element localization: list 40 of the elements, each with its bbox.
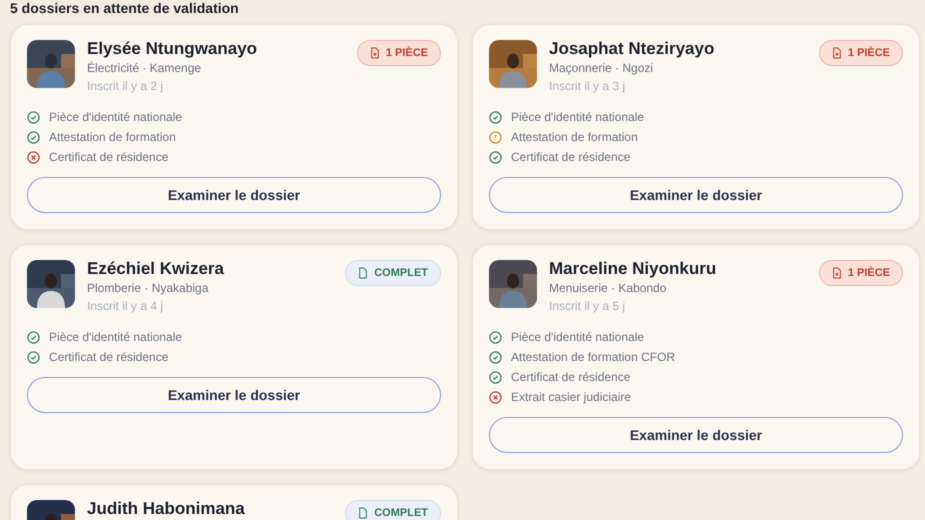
registration-date: Inscrit il y a 3 j [549,78,626,95]
file-icon [358,267,368,279]
file-x-icon [370,47,380,59]
document-label: Attestation de formation CFOR [511,349,676,366]
document-label: Certificat de résidence [49,149,168,166]
document-label: Certificat de résidence [511,369,630,386]
applicant-name: Judith Habonimana [87,499,246,519]
registration-date: Inscrit il y a 2 j [87,78,164,95]
document-label: Certificat de résidence [49,349,168,366]
registration-date: Inscrit il y a 5 j [549,298,626,315]
file-icon [358,507,368,519]
applicant-name: Josaphat Nteziryayo [549,39,716,59]
status-badge: COMPLET [345,260,441,286]
status-badge: 1 PIÈCE [818,260,903,286]
review-button[interactable]: Examiner le dossier [27,177,441,213]
document-label: Pièce d'identité nationale [49,329,182,346]
status-badge: COMPLET [345,500,441,520]
applicant-name: Elysée Ntungwanayo [87,39,258,59]
document-label: Attestation de formation [511,129,638,146]
trade-location: Maçonnerie · Ngozi [549,60,654,77]
document-label: Pièce d'identité nationale [511,329,644,346]
document-label: Pièce d'identité nationale [511,109,644,126]
document-label: Extrait casier judiciaire [511,389,632,406]
status-badge: 1 PIÈCE [818,40,903,66]
trade-location: Menuiserie · Kabondo [549,280,668,297]
review-button[interactable]: Examiner le dossier [489,177,903,213]
trade-location: Électricité · Kamenge [87,60,202,77]
review-button[interactable]: Examiner le dossier [489,417,903,453]
file-x-icon [832,47,842,59]
review-button[interactable]: Examiner le dossier [27,377,441,413]
trade-location: Plomberie · Nyakabiga [87,280,210,297]
document-label: Certificat de résidence [511,149,630,166]
document-label: Pièce d'identité nationale [49,109,182,126]
file-x-icon [832,267,842,279]
applicant-name: Marceline Niyonkuru [549,259,718,279]
applicant-name: Ezéchiel Kwizera [87,259,226,279]
status-badge: 1 PIÈCE [356,40,441,66]
registration-date: Inscrit il y a 4 j [87,298,164,315]
page-heading: 5 dossiers en attente de validation [10,0,240,16]
document-label: Attestation de formation [49,129,176,146]
